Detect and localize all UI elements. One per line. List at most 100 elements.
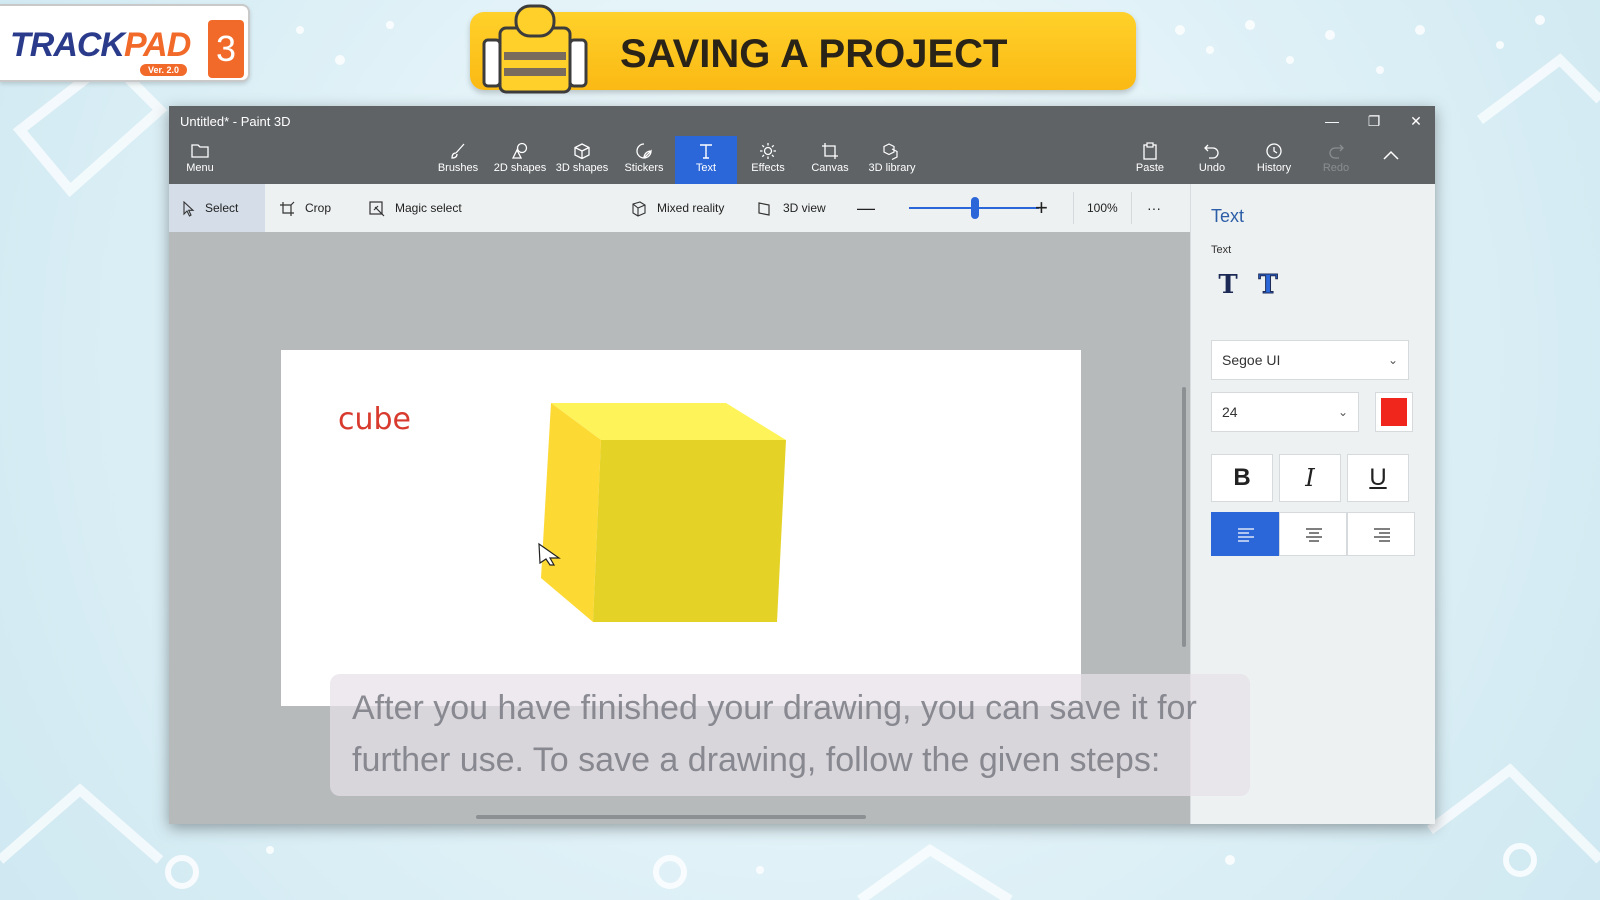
3d-view-button[interactable]: 3D view	[757, 184, 826, 232]
history-button[interactable]: History	[1243, 136, 1305, 184]
banner-title: SAVING A PROJECT	[620, 32, 1008, 76]
caption-line-2: further use. To save a drawing, follow t…	[352, 741, 1161, 779]
sticker-icon	[613, 136, 675, 160]
caption-line-1: After you have finished your drawing, yo…	[352, 689, 1197, 727]
align-center-button[interactable]	[1279, 512, 1347, 556]
tool-3d-shapes[interactable]: 3D shapes	[551, 136, 613, 184]
zoom-out-button[interactable]: —	[857, 184, 875, 232]
logo-text: TRACKPAD	[10, 26, 191, 65]
mouse-pointer-icon	[538, 542, 561, 566]
divider	[1073, 192, 1074, 224]
font-size-value: 24	[1222, 404, 1238, 420]
align-right-button[interactable]	[1347, 512, 1415, 556]
logo-text-track: TRACK	[10, 26, 125, 64]
history-label: History	[1256, 162, 1292, 174]
font-family-dropdown[interactable]: Segoe UI ⌄	[1211, 340, 1409, 380]
panel-title: Text	[1211, 206, 1245, 226]
align-left-icon	[1238, 528, 1254, 542]
horizontal-scrollbar[interactable]	[476, 815, 866, 819]
bold-button[interactable]: B	[1211, 454, 1273, 502]
zoom-level[interactable]: 100%	[1087, 184, 1118, 232]
tool-canvas[interactable]: Canvas	[799, 136, 861, 184]
tool-stickers-label: Stickers	[624, 162, 664, 174]
undo-icon	[1181, 136, 1243, 160]
font-family-value: Segoe UI	[1222, 352, 1281, 368]
logo-text-pad: PAD	[123, 26, 191, 64]
chevron-up-icon	[1371, 136, 1411, 160]
crop-label: Crop	[305, 201, 332, 215]
history-icon	[1243, 136, 1305, 160]
underline-button[interactable]: U	[1347, 454, 1409, 502]
redo-button[interactable]: Redo	[1305, 136, 1367, 184]
window-title: Untitled* - Paint 3D	[180, 114, 291, 129]
divider	[1131, 192, 1132, 224]
tool-2d-shapes[interactable]: 2D shapes	[489, 136, 551, 184]
crop-icon	[280, 201, 295, 216]
2d-shapes-icon	[489, 136, 551, 160]
paint3d-window: Untitled* - Paint 3D — ❐ ✕ Menu Brushes …	[169, 106, 1435, 824]
tool-stickers[interactable]: Stickers	[613, 136, 675, 184]
logo-number: 3	[208, 20, 244, 78]
paste-label: Paste	[1135, 162, 1165, 174]
collapse-ribbon-button[interactable]	[1371, 136, 1411, 184]
panel-subtitle: Text	[1211, 244, 1232, 256]
undo-button[interactable]: Undo	[1181, 136, 1243, 184]
caption-overlay: After you have finished your drawing, yo…	[330, 674, 1250, 796]
paste-icon	[1119, 136, 1181, 160]
3d-text-icon[interactable]: T	[1251, 268, 1285, 302]
tool-brushes-label: Brushes	[437, 162, 479, 174]
paste-button[interactable]: Paste	[1119, 136, 1181, 184]
zoom-in-button[interactable]: +	[1035, 184, 1048, 232]
align-center-icon	[1306, 528, 1322, 542]
trackpad-logo: TRACKPAD Ver. 2.0 3	[0, 4, 250, 82]
3d-view-icon	[758, 202, 770, 216]
italic-button[interactable]: I	[1279, 454, 1341, 502]
canvas-text-cube[interactable]: cube	[338, 402, 411, 437]
menu-button[interactable]: Menu	[169, 136, 231, 184]
tool-brushes[interactable]: Brushes	[427, 136, 489, 184]
tool-3d-shapes-label: 3D shapes	[555, 162, 609, 174]
crop-button[interactable]: Crop	[279, 184, 331, 232]
redo-icon	[1305, 136, 1367, 160]
3d-library-icon	[861, 136, 923, 160]
magic-select-icon	[369, 201, 385, 217]
align-left-button[interactable]	[1211, 512, 1279, 556]
2d-text-icon[interactable]: T	[1211, 268, 1245, 302]
menu-label: Menu	[186, 162, 214, 174]
text-color-swatch	[1381, 398, 1407, 426]
select-button[interactable]: Select	[169, 184, 265, 232]
magic-select-label: Magic select	[395, 201, 462, 215]
select-label: Select	[205, 201, 239, 215]
redo-label: Redo	[1322, 162, 1350, 174]
text-icon	[675, 136, 737, 160]
drawing-canvas[interactable]: cube	[281, 350, 1081, 706]
undo-label: Undo	[1198, 162, 1226, 174]
folder-icon	[169, 136, 231, 160]
tool-effects[interactable]: Effects	[737, 136, 799, 184]
cursor-icon	[183, 200, 195, 217]
secondary-toolbar: Select Crop Magic select Mixed reality 3…	[169, 184, 1190, 232]
more-options-button[interactable]: ···	[1147, 184, 1161, 232]
title-bar: Untitled* - Paint 3D — ❐ ✕	[169, 106, 1435, 136]
font-size-dropdown[interactable]: 24 ⌄	[1211, 392, 1359, 432]
title-banner: SAVING A PROJECT	[470, 4, 1136, 94]
ribbon: Menu Brushes 2D shapes 3D shapes Sticker…	[169, 136, 1435, 184]
close-button[interactable]: ✕	[1395, 106, 1435, 136]
tool-3d-library[interactable]: 3D library	[861, 136, 923, 184]
restore-button[interactable]: ❐	[1353, 106, 1395, 136]
minimize-button[interactable]: —	[1311, 106, 1353, 136]
chevron-down-icon: ⌄	[1337, 405, 1348, 419]
mixed-reality-button[interactable]: Mixed reality	[631, 184, 724, 232]
chevron-down-icon: ⌄	[1387, 353, 1398, 367]
logo-version: Ver. 2.0	[140, 64, 188, 76]
tool-text[interactable]: Text	[675, 136, 737, 184]
mascot-icon	[482, 4, 588, 94]
3d-cube-object[interactable]	[541, 398, 791, 628]
tool-3d-library-label: 3D library	[868, 162, 916, 174]
effects-icon	[737, 136, 799, 160]
magic-select-button[interactable]: Magic select	[369, 184, 462, 232]
zoom-slider-thumb[interactable]	[971, 197, 979, 219]
text-color-picker[interactable]	[1375, 392, 1413, 432]
vertical-scrollbar[interactable]	[1182, 387, 1186, 647]
3d-shapes-icon	[551, 136, 613, 160]
